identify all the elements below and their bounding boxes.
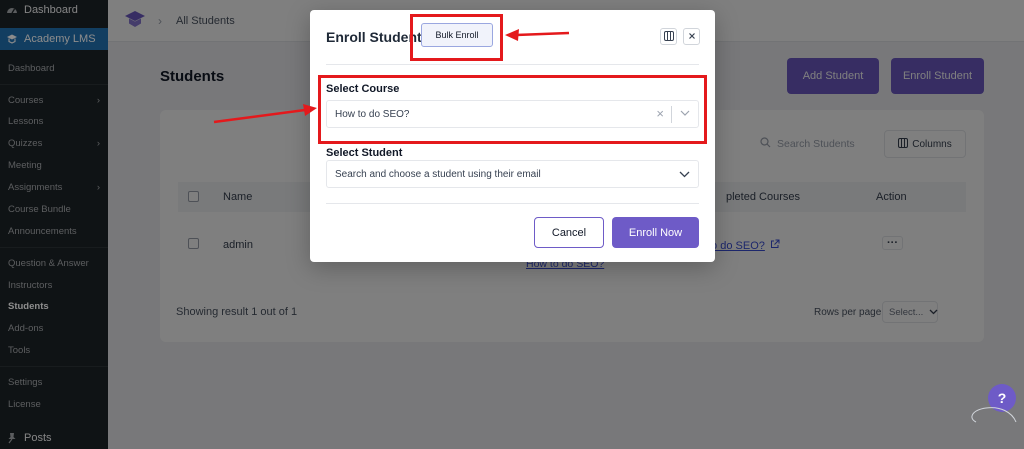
annotation-arrows [213,29,570,124]
arrow-to-select-course-icon [213,104,317,124]
arrow-to-bulk-enroll-icon [505,29,570,41]
